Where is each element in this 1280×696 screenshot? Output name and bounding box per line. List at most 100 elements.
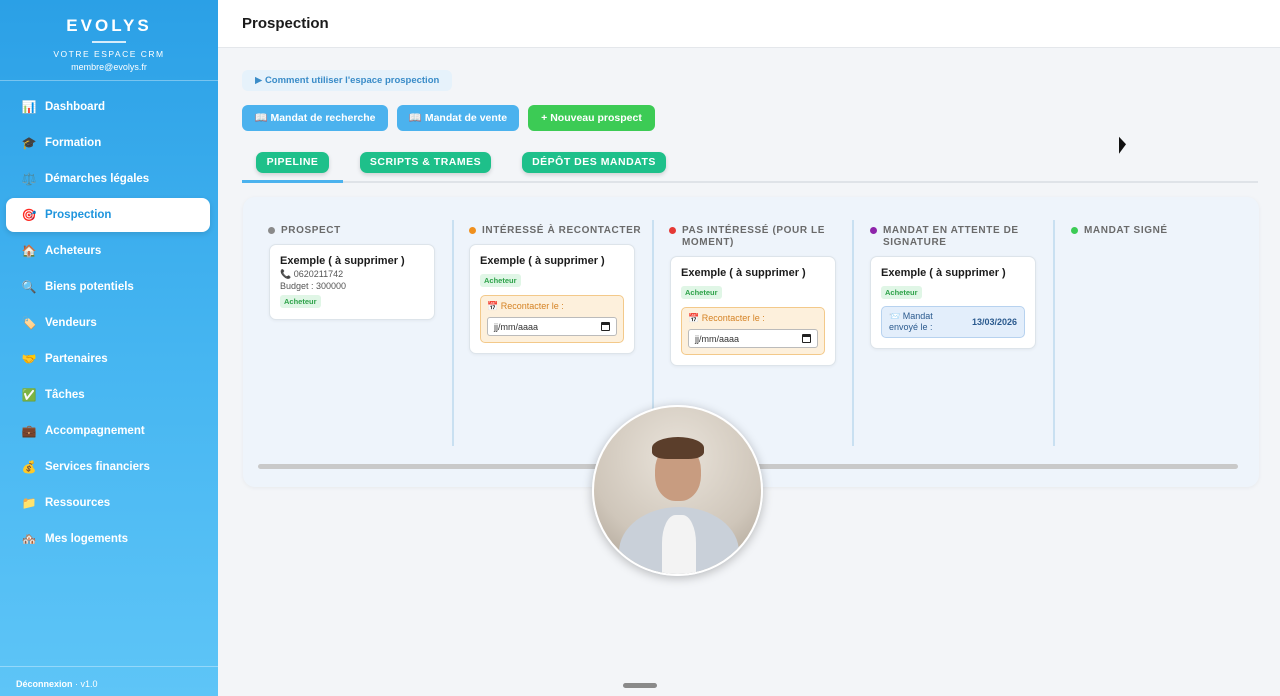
- chart-icon: 📊: [21, 100, 37, 114]
- column-divider: [852, 220, 854, 446]
- handshake-icon: 🤝: [21, 352, 37, 366]
- sidebar-nav: 📊 Dashboard 🎓 Formation ⚖️ Démarches légale…: [0, 90, 218, 556]
- sidebar-item-acheteurs[interactable]: 🏠 Acheteurs: [6, 234, 210, 268]
- sidebar-item-partenaires[interactable]: 🤝 Partenaires: [6, 342, 210, 376]
- mandat-sent-box: 📨 Mandat envoyé le : 13/03/2026: [881, 306, 1025, 338]
- sidebar-item-formation[interactable]: 🎓 Formation: [6, 126, 210, 160]
- mandat-sent-date: 13/03/2026: [971, 317, 1017, 327]
- sidebar-item-label: Démarches légales: [45, 173, 150, 185]
- webcam-overlay: [592, 405, 763, 576]
- column-header-pas-interesse: PAS INTÉRESSÉ (POUR LE MOMENT): [669, 225, 829, 249]
- help-toggle[interactable]: ▶ Comment utiliser l'espace prospection: [242, 70, 453, 91]
- magnifier-icon: 🔍: [21, 280, 37, 294]
- buyer-badge: Acheteur: [480, 274, 521, 287]
- mandat-vente-button[interactable]: 📖 Mandat de vente: [397, 105, 519, 131]
- tag-icon: 🏷️: [21, 316, 37, 330]
- checkmark-icon: ✅: [21, 388, 37, 402]
- column-title: MANDAT SIGNÉ: [1084, 225, 1168, 236]
- folder-icon: 📁: [21, 496, 37, 510]
- sidebar-item-dashboard[interactable]: 📊 Dashboard: [6, 90, 210, 124]
- column-divider: [452, 220, 454, 446]
- brand-divider: [92, 41, 126, 43]
- sidebar-item-ressources[interactable]: 📁 Ressources: [6, 486, 210, 520]
- recontact-date-input[interactable]: jj/mm/aaaa: [688, 329, 818, 348]
- status-dot: [469, 227, 476, 234]
- buyer-badge: Acheteur: [681, 286, 722, 299]
- sidebar-item-taches[interactable]: ✅ Tâches: [6, 378, 210, 412]
- scales-icon: ⚖️: [21, 172, 37, 186]
- sidebar-item-label: Partenaires: [45, 353, 108, 365]
- house-icon: 🏠: [21, 244, 37, 258]
- mouse-cursor-icon: [1119, 136, 1126, 157]
- tabs-underline: [242, 181, 1258, 183]
- card-title: Exemple ( à supprimer ): [881, 267, 1006, 279]
- target-icon: 🎯: [21, 208, 37, 222]
- prospect-card[interactable]: Exemple ( à supprimer ) Acheteur 📅 Recon…: [670, 256, 836, 366]
- sidebar-item-label: Dashboard: [45, 101, 106, 113]
- sidebar-item-demarches[interactable]: ⚖️ Démarches légales: [6, 162, 210, 196]
- card-title: Exemple ( à supprimer ): [480, 255, 605, 267]
- column-header-signe: MANDAT SIGNÉ: [1071, 225, 1168, 237]
- sidebar-item-label: Accompagnement: [45, 425, 145, 437]
- graduation-cap-icon: 🎓: [21, 136, 37, 150]
- column-title: INTÉRESSÉ À RECONTACTER: [482, 225, 642, 236]
- sidebar-item-label: Prospection: [45, 209, 112, 221]
- prospect-card[interactable]: Exemple ( à supprimer ) Acheteur 📅 Recon…: [469, 244, 635, 354]
- tab-pipeline[interactable]: PIPELINE: [256, 152, 329, 173]
- brand-block: EVOLYS VOTRE ESPACE CRM membre@evolys.fr: [0, 0, 218, 81]
- sidebar-item-prospection[interactable]: 🎯 Prospection: [6, 198, 210, 232]
- status-dot: [268, 227, 275, 234]
- sidebar-footer: Déconnexion · v1.0: [0, 666, 218, 696]
- sidebar-item-label: Services financiers: [45, 461, 150, 473]
- calendar-icon[interactable]: [601, 322, 610, 331]
- sidebar: EVOLYS VOTRE ESPACE CRM membre@evolys.fr…: [0, 0, 218, 696]
- brand-title: EVOLYS: [66, 16, 152, 35]
- sidebar-item-vendeurs[interactable]: 🏷️ Vendeurs: [6, 306, 210, 340]
- sidebar-item-label: Tâches: [45, 389, 85, 401]
- briefcase-icon: 💼: [21, 424, 37, 438]
- buyer-badge: Acheteur: [280, 295, 321, 308]
- sidebar-item-services-financiers[interactable]: 💰 Services financiers: [6, 450, 210, 484]
- sidebar-item-biens[interactable]: 🔍 Biens potentiels: [6, 270, 210, 304]
- tab-depot-mandats[interactable]: DÉPÔT DES MANDATS: [522, 152, 666, 173]
- money-bag-icon: 💰: [21, 460, 37, 474]
- sidebar-item-label: Mes logements: [45, 533, 129, 545]
- brand-subtitle: VOTRE ESPACE CRM: [53, 49, 165, 59]
- card-title: Exemple ( à supprimer ): [280, 255, 405, 267]
- prospect-card[interactable]: Exemple ( à supprimer ) 📞 0620211742 Bud…: [269, 244, 435, 320]
- active-tab-indicator: [242, 180, 343, 183]
- sidebar-item-label: Formation: [45, 137, 102, 149]
- column-header-interesse: INTÉRESSÉ À RECONTACTER: [469, 225, 641, 237]
- column-title: PROSPECT: [281, 225, 341, 236]
- calendar-icon[interactable]: [802, 334, 811, 343]
- sidebar-item-label: Acheteurs: [45, 245, 102, 257]
- sidebar-item-label: Vendeurs: [45, 317, 97, 329]
- home-indicator: [623, 683, 657, 688]
- user-email: membre@evolys.fr: [71, 62, 147, 72]
- mandat-recherche-button[interactable]: 📖 Mandat de recherche: [242, 105, 388, 131]
- tab-scripts[interactable]: SCRIPTS & TRAMES: [360, 152, 491, 173]
- column-title: PAS INTÉRESSÉ (POUR LE MOMENT): [682, 225, 826, 248]
- card-title: Exemple ( à supprimer ): [681, 267, 806, 279]
- sidebar-item-label: Ressources: [45, 497, 111, 509]
- sidebar-item-logements[interactable]: 🏘️ Mes logements: [6, 522, 210, 556]
- sidebar-item-accompagnement[interactable]: 💼 Accompagnement: [6, 414, 210, 448]
- logout-link[interactable]: Déconnexion: [16, 679, 73, 689]
- top-header: Prospection: [218, 0, 1280, 48]
- recontact-box: 📅 Recontacter le : jj/mm/aaaa: [681, 307, 825, 355]
- sidebar-item-label: Biens potentiels: [45, 281, 134, 293]
- recontact-date-input[interactable]: jj/mm/aaaa: [487, 317, 617, 336]
- houses-icon: 🏘️: [21, 532, 37, 546]
- mandat-sent-label: 📨 Mandat envoyé le :: [889, 311, 933, 332]
- status-dot: [669, 227, 676, 234]
- prospect-card[interactable]: Exemple ( à supprimer ) Acheteur 📨 Manda…: [870, 256, 1036, 349]
- column-header-attente: MANDAT EN ATTENTE DE SIGNATURE: [870, 225, 1030, 249]
- recontact-label: 📅 Recontacter le :: [487, 301, 564, 311]
- card-phone: 📞 0620211742: [280, 269, 344, 279]
- new-prospect-button[interactable]: + Nouveau prospect: [528, 105, 655, 131]
- recontact-label: 📅 Recontacter le :: [688, 313, 765, 323]
- status-dot: [1071, 227, 1078, 234]
- column-header-prospect: PROSPECT: [268, 225, 341, 237]
- status-dot: [870, 227, 877, 234]
- buyer-badge: Acheteur: [881, 286, 922, 299]
